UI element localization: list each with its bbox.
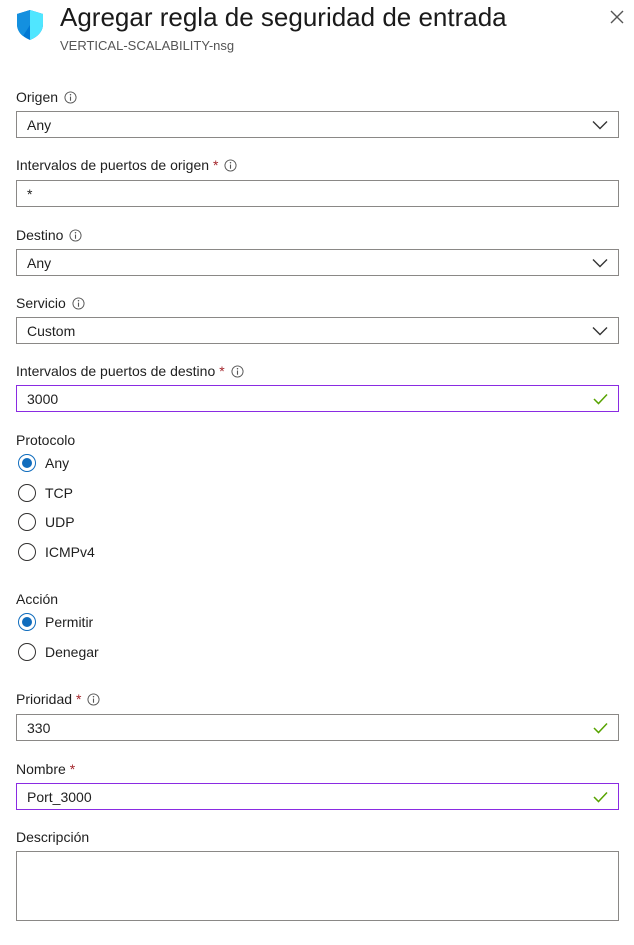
info-icon[interactable] — [72, 296, 85, 310]
protocolo-radio-tcp[interactable]: TCP — [18, 484, 73, 502]
descripcion-label: Descripción — [16, 829, 90, 845]
required-asterisk: * — [213, 157, 219, 173]
required-asterisk: * — [69, 761, 76, 777]
checkmark-icon — [593, 722, 608, 734]
close-icon[interactable] — [606, 6, 628, 28]
prioridad-label: Prioridad * — [16, 691, 101, 707]
prioridad-input[interactable]: 330 — [16, 714, 619, 741]
destino-dropdown[interactable]: Any — [16, 249, 619, 276]
origen-label: Origen — [16, 89, 77, 105]
required-asterisk: * — [76, 691, 82, 707]
info-icon[interactable] — [69, 228, 83, 242]
accion-radio-denegar[interactable]: Denegar — [18, 643, 99, 661]
info-icon[interactable] — [231, 364, 244, 378]
puertos-destino-input[interactable]: 3000 — [16, 385, 619, 412]
info-icon[interactable] — [224, 158, 238, 172]
checkmark-icon — [593, 791, 608, 803]
info-icon[interactable] — [64, 90, 77, 104]
info-icon[interactable] — [87, 692, 101, 706]
servicio-label: Servicio — [16, 295, 85, 311]
chevron-down-icon — [592, 120, 608, 129]
protocolo-radio-udp[interactable]: UDP — [18, 513, 75, 531]
servicio-dropdown[interactable]: Custom — [16, 317, 619, 344]
chevron-down-icon — [592, 258, 608, 267]
required-asterisk: * — [219, 363, 225, 379]
page-title: Agregar regla de seguridad de entrada — [60, 2, 507, 32]
resource-subtitle: VERTICAL-SCALABILITY-nsg — [60, 38, 235, 53]
puertos-origen-input[interactable]: * — [16, 180, 619, 207]
protocolo-radio-icmpv4[interactable]: ICMPv4 — [18, 543, 95, 561]
puertos-origen-label: Intervalos de puertos de origen * — [16, 157, 238, 173]
chevron-down-icon — [592, 326, 608, 335]
descripcion-textarea[interactable] — [16, 851, 619, 921]
checkmark-icon — [593, 393, 608, 405]
destino-label: Destino — [16, 227, 83, 243]
accion-label: Acción — [16, 591, 59, 607]
nombre-input[interactable]: Port_3000 — [16, 783, 619, 810]
origen-dropdown[interactable]: Any — [16, 111, 619, 138]
shield-icon — [17, 10, 43, 40]
accion-radio-permitir[interactable]: Permitir — [18, 613, 93, 631]
nombre-label: Nombre * — [16, 761, 76, 777]
protocolo-radio-any[interactable]: Any — [18, 454, 69, 472]
puertos-destino-label: Intervalos de puertos de destino * — [16, 363, 244, 379]
protocolo-label: Protocolo — [16, 432, 76, 448]
